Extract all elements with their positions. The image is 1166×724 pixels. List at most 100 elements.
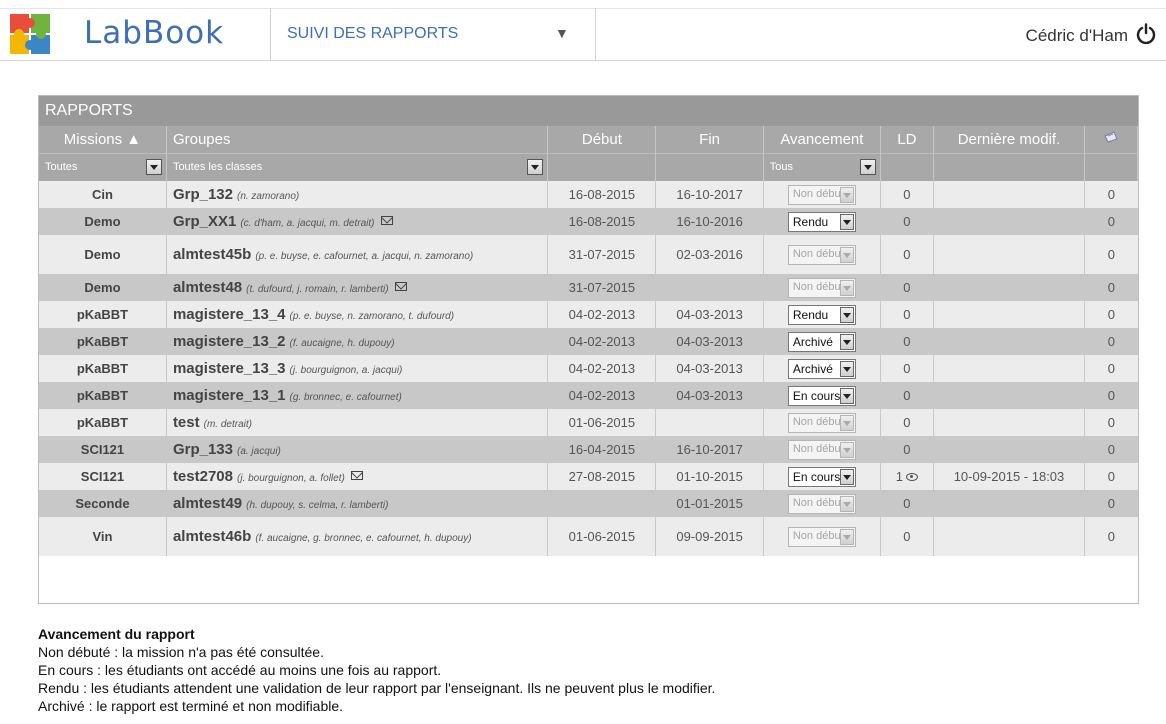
table-row[interactable]: SCI121 Grp_133 (a. jacqui) 16-04-2015 16-10-… — [39, 436, 1138, 463]
col-fin[interactable]: Fin — [655, 126, 764, 153]
status-select[interactable]: En cours — [787, 466, 856, 487]
col-missions-sort[interactable]: Missions ▲ — [39, 126, 167, 153]
group-name-link[interactable]: almtest46b — [173, 528, 251, 545]
group-cell: magistere_13_2 (f. aucaigne, h. dupouy) — [166, 328, 549, 355]
table-row[interactable]: Vin almtest46b (f. aucaigne, g. bronnec, e… — [39, 517, 1138, 556]
avancement-cell: Non débuté — [763, 436, 882, 463]
legend-line-archive: Archivé : le rapport est terminé et non … — [38, 698, 344, 714]
status-select[interactable]: Archivé — [787, 358, 856, 379]
table-row[interactable]: pKaBBT magistere_13_3 (j. bourguignon, a. … — [39, 355, 1138, 382]
filter-missions-select[interactable]: Toutes — [45, 157, 162, 177]
filter-groupes-select[interactable]: Toutes les classes — [173, 157, 544, 177]
group-name-link[interactable]: magistere_13_2 — [173, 333, 286, 350]
mail-icon[interactable] — [380, 215, 393, 225]
group-name-link[interactable]: magistere_13_4 — [173, 306, 286, 323]
status-value: Archivé — [792, 361, 833, 376]
user-name[interactable]: Cédric d'Ham — [1026, 26, 1128, 46]
table-row[interactable]: SCI121 test2708 (j. bourguignon, a. follet… — [39, 463, 1138, 490]
chevron-down-icon — [839, 333, 854, 350]
fin-cell: 16-10-2017 — [655, 181, 764, 208]
ld-cell: 0 — [880, 181, 934, 208]
eye-icon[interactable] — [905, 473, 918, 481]
puzzle-logo-icon — [10, 14, 50, 54]
mission-cell: pKaBBT — [39, 409, 167, 436]
group-name-link[interactable]: Grp_XX1 — [173, 213, 236, 230]
avancement-cell: Non débuté — [763, 235, 882, 274]
status-select[interactable]: Archivé — [787, 331, 856, 352]
group-members: (h. dupouy, s. celma, r. lamberti) — [246, 499, 389, 511]
filter-groupes-cell: Toutes les classes — [166, 152, 549, 181]
chevron-down-icon: ▼ — [555, 25, 569, 41]
debut-cell: 31-07-2015 — [547, 274, 657, 301]
status-select[interactable]: Rendu — [787, 211, 856, 232]
status-select[interactable]: En cours — [787, 385, 856, 406]
chevron-down-icon — [839, 441, 854, 458]
avancement-cell: En cours — [763, 382, 882, 409]
ld-count: 0 — [903, 280, 911, 295]
group-name-link[interactable]: almtest48 — [173, 279, 242, 296]
section-selector[interactable]: SUIVI DES RAPPORTS ▼ — [270, 8, 596, 61]
avancement-cell: En cours — [763, 463, 882, 490]
group-members: (f. aucaigne, h. dupouy) — [289, 337, 395, 349]
mail-icon[interactable] — [394, 281, 407, 291]
fin-cell: 04-03-2013 — [655, 355, 764, 382]
table-row[interactable]: Cin Grp_132 (n. zamorano) 16-08-2015 16-10-2… — [39, 181, 1138, 208]
filter-avancement-select[interactable]: Tous — [770, 157, 877, 177]
group-name-link[interactable]: test — [173, 414, 200, 431]
group-name-link[interactable]: almtest49 — [173, 495, 242, 512]
chevron-down-icon — [839, 414, 854, 431]
fin-cell: 04-03-2013 — [655, 328, 764, 355]
table-row[interactable]: Demo Grp_XX1 (c. d'ham, a. jacqui, m. detr… — [39, 208, 1138, 235]
col-debut[interactable]: Début — [547, 126, 657, 153]
ld-count: 0 — [903, 496, 911, 511]
table-row[interactable]: Demo almtest48 (t. dufourd, j. romain, r. … — [39, 274, 1138, 301]
table-row[interactable]: pKaBBT magistere_13_2 (f. aucaigne, h. dup… — [39, 328, 1138, 355]
group-cell: almtest46b (f. aucaigne, g. bronnec, e. c… — [166, 517, 549, 556]
table-row[interactable]: pKaBBT magistere_13_4 (p. e. buyse, n. zam… — [39, 301, 1138, 328]
group-name-link[interactable]: Grp_133 — [173, 441, 233, 458]
col-ld[interactable]: LD — [880, 126, 934, 153]
legend-title: Avancement du rapport — [38, 626, 195, 642]
debut-cell: 04-02-2013 — [547, 382, 657, 409]
group-members: (c. d'ham, a. jacqui, m. detrait) — [240, 217, 375, 229]
group-name-link[interactable]: almtest45b — [173, 246, 251, 263]
messages-count: 0 — [1084, 235, 1138, 274]
status-value: En cours — [792, 469, 841, 484]
chevron-down-icon — [145, 159, 162, 176]
messages-count: 0 — [1084, 355, 1138, 382]
table-row[interactable]: pKaBBT test (m. detrait) 01-06-2015 Non débu… — [39, 409, 1138, 436]
status-select: Non débuté — [787, 439, 856, 460]
power-icon[interactable] — [1136, 23, 1156, 45]
status-select: Non débuté — [787, 277, 856, 298]
mail-icon[interactable] — [350, 470, 363, 480]
ld-cell: 0 — [880, 490, 934, 517]
fin-cell — [655, 409, 764, 436]
group-name-link[interactable]: test2708 — [173, 468, 233, 485]
fin-cell: 16-10-2017 — [655, 436, 764, 463]
ld-count: 0 — [903, 307, 911, 322]
table-row[interactable]: pKaBBT magistere_13_1 (g. bronnec, e. cafo… — [39, 382, 1138, 409]
group-cell: test2708 (j. bourguignon, a. follet) — [166, 463, 549, 490]
group-name-link[interactable]: magistere_13_3 — [173, 360, 286, 377]
debut-cell: 04-02-2013 — [547, 355, 657, 382]
avancement-cell: Rendu — [763, 301, 882, 328]
table-row[interactable]: Demo almtest45b (p. e. buyse, e. cafournet… — [39, 235, 1138, 274]
group-name-link[interactable]: Grp_132 — [173, 186, 233, 203]
group-name-link[interactable]: magistere_13_1 — [173, 387, 286, 404]
ld-cell: 0 — [880, 274, 934, 301]
table-row[interactable]: Seconde almtest49 (h. dupouy, s. celma, r.… — [39, 490, 1138, 517]
col-derniere-modif[interactable]: Dernière modif. — [933, 126, 1086, 153]
avancement-cell: Non débuté — [763, 517, 882, 556]
status-select[interactable]: Rendu — [787, 304, 856, 325]
col-groupes[interactable]: Groupes — [166, 126, 549, 153]
col-messages[interactable] — [1084, 126, 1138, 153]
status-value: Rendu — [792, 214, 829, 229]
debut-cell: 04-02-2013 — [547, 301, 657, 328]
chevron-down-icon — [527, 159, 544, 176]
mission-cell: Demo — [39, 208, 167, 235]
ld-cell: 0 — [880, 208, 934, 235]
messages-count: 0 — [1084, 328, 1138, 355]
app-brand[interactable]: LabBook — [84, 15, 224, 51]
col-avancement[interactable]: Avancement — [763, 126, 882, 153]
ld-count: 0 — [903, 214, 911, 229]
